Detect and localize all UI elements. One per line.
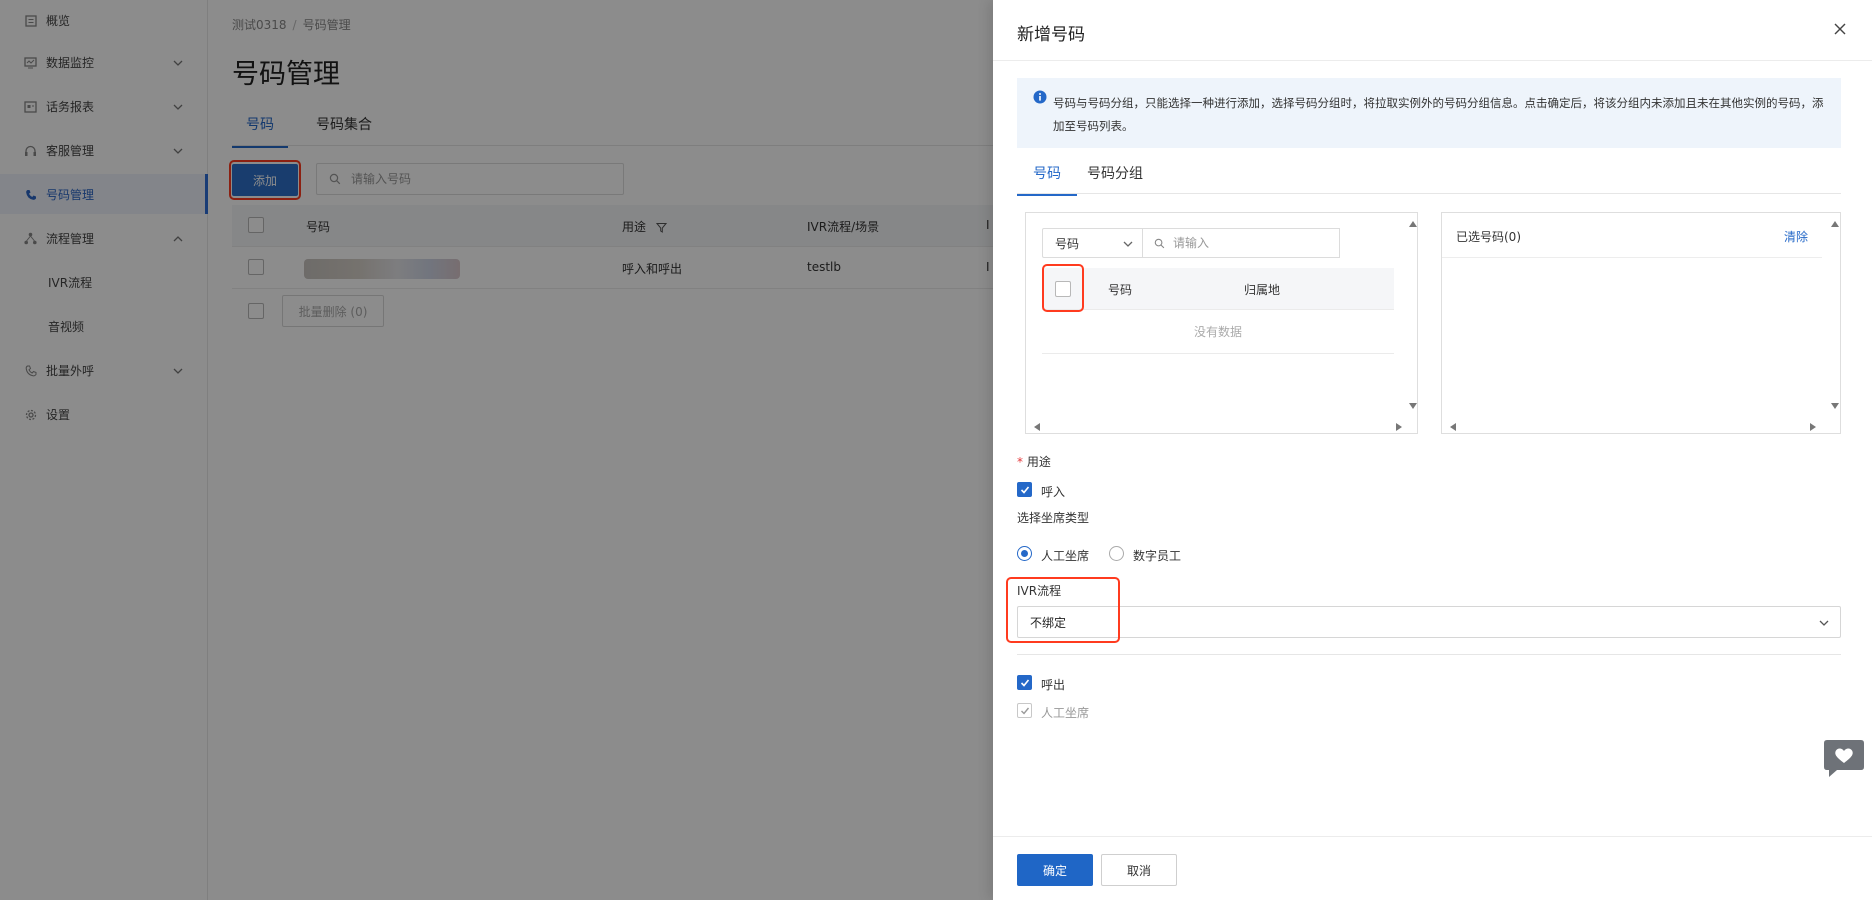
empty-state: 没有数据 xyxy=(1042,310,1394,354)
highlight-box xyxy=(1042,264,1084,312)
divider xyxy=(993,836,1872,837)
info-alert: 号码与号码分组，只能选择一种进行添加，选择号码分组时，将拉取实例外的号码分组信息… xyxy=(1017,78,1841,148)
divider xyxy=(993,60,1872,61)
chevron-down-icon xyxy=(1123,241,1133,247)
panel-table-header: 号码 归属地 xyxy=(1042,268,1394,310)
check-icon xyxy=(1020,678,1029,687)
inbound-label: 呼入 xyxy=(1041,485,1066,499)
outbound-manual-seat-checkbox xyxy=(1017,703,1032,718)
chevron-down-icon xyxy=(1819,620,1829,626)
panel-search-input[interactable] xyxy=(1173,236,1323,250)
outbound-label: 呼出 xyxy=(1041,678,1066,692)
highlight-box xyxy=(1006,577,1120,643)
outbound-manual-seat-label: 人工坐席 xyxy=(1041,706,1090,720)
add-number-drawer: 新增号码 号码与号码分组，只能选择一种进行添加，选择号码分组时，将拉取实例外的号… xyxy=(993,0,1872,900)
scroll-up-arrow[interactable] xyxy=(1831,221,1839,227)
drawer-tab-bar: 号码 号码分组 xyxy=(1017,158,1841,196)
scroll-left-arrow[interactable] xyxy=(1450,423,1456,431)
check-icon xyxy=(1020,485,1029,494)
drawer-title: 新增号码 xyxy=(1017,25,1085,45)
panel-search xyxy=(1142,228,1340,258)
manual-seat-label: 人工坐席 xyxy=(1041,549,1090,563)
favorite-widget[interactable] xyxy=(1823,738,1865,778)
clear-button[interactable]: 清除 xyxy=(1784,228,1808,245)
scroll-down-arrow[interactable] xyxy=(1831,403,1839,409)
cancel-button[interactable]: 取消 xyxy=(1101,854,1177,886)
scroll-right-arrow[interactable] xyxy=(1810,423,1816,431)
heart-chat-icon xyxy=(1824,740,1864,777)
radio-manual-seat[interactable] xyxy=(1017,546,1032,561)
selected-title: 已选号码(0) xyxy=(1456,230,1521,244)
scroll-down-arrow[interactable] xyxy=(1409,403,1417,409)
digital-employee-label: 数字员工 xyxy=(1133,549,1182,563)
alert-text: 号码与号码分组，只能选择一种进行添加，选择号码分组时，将拉取实例外的号码分组信息… xyxy=(1053,96,1824,133)
tab-number[interactable]: 号码 xyxy=(1017,163,1077,196)
available-numbers-panel: 号码 号码 归属地 没有数据 xyxy=(1025,212,1418,434)
column-header-location: 归属地 xyxy=(1244,283,1281,297)
divider xyxy=(1017,654,1841,655)
search-icon xyxy=(1154,238,1165,248)
radio-digital-employee[interactable] xyxy=(1109,546,1124,561)
column-header-number: 号码 xyxy=(1108,283,1133,297)
purpose-label: * 用途 xyxy=(1017,455,1051,469)
search-type-value: 号码 xyxy=(1055,236,1080,251)
outbound-checkbox[interactable] xyxy=(1017,675,1032,690)
selected-header: 已选号码(0) 清除 xyxy=(1442,213,1822,258)
confirm-button[interactable]: 确定 xyxy=(1017,854,1093,886)
scroll-left-arrow[interactable] xyxy=(1034,423,1040,431)
check-icon xyxy=(1020,707,1029,715)
seat-type-label: 选择坐席类型 xyxy=(1017,511,1090,525)
scroll-up-arrow[interactable] xyxy=(1409,221,1417,227)
search-type-select[interactable]: 号码 xyxy=(1042,228,1143,258)
scroll-right-arrow[interactable] xyxy=(1396,423,1402,431)
inbound-checkbox[interactable] xyxy=(1017,482,1032,497)
close-icon[interactable] xyxy=(1833,22,1847,36)
selected-numbers-panel: 已选号码(0) 清除 xyxy=(1441,212,1841,434)
tab-number-group[interactable]: 号码分组 xyxy=(1087,163,1143,194)
info-icon xyxy=(1033,90,1047,104)
modal-overlay[interactable] xyxy=(0,0,993,900)
ivr-flow-select[interactable]: 不绑定 xyxy=(1017,606,1841,638)
